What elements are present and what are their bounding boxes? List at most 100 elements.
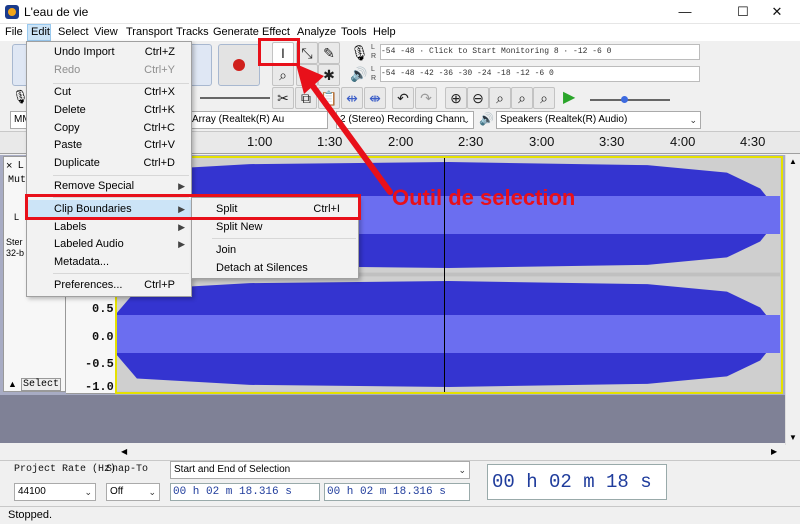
track-pan-label: L bbox=[14, 212, 20, 222]
chevron-down-icon: ⌄ bbox=[689, 115, 697, 125]
fit-project-button[interactable]: ⌕ bbox=[511, 87, 533, 109]
audio-position-display[interactable]: 00 h 02 m 18 s bbox=[487, 464, 667, 500]
menu-analyze[interactable]: Analyze bbox=[297, 26, 336, 38]
menu-item-join[interactable]: Join bbox=[192, 240, 358, 260]
record-meter-l: L bbox=[371, 44, 375, 51]
playback-meter[interactable]: -54 -48 -42 -36 -30 -24 -18 -12 -6 0 bbox=[380, 66, 700, 82]
menu-item-copy[interactable]: Copy Ctrl+C bbox=[27, 119, 191, 137]
menu-generate[interactable]: Generate bbox=[213, 26, 259, 38]
zoom-in-icon: ⊕ bbox=[450, 90, 462, 106]
menu-item-labeled-audio[interactable]: Labeled Audio ▶ bbox=[27, 235, 191, 253]
timeline-label: 4:30 bbox=[740, 134, 766, 149]
redo-button[interactable]: ↷ bbox=[415, 87, 437, 109]
amplitude-label: -1.0 bbox=[85, 380, 114, 394]
fit-selection-button[interactable]: ⌕ bbox=[489, 87, 511, 109]
audacity-app-icon bbox=[5, 5, 19, 19]
menu-item-redo[interactable]: Redo Ctrl+Y bbox=[27, 61, 191, 79]
track-mute-button[interactable]: Mut bbox=[8, 175, 26, 186]
annotation-arrow-icon bbox=[296, 64, 393, 195]
menu-tools[interactable]: Tools bbox=[341, 26, 367, 38]
snap-to-select[interactable]: Off ⌄ bbox=[106, 483, 160, 501]
snap-to-label: Snap-To bbox=[106, 464, 149, 475]
play-at-speed-button[interactable]: ▶ bbox=[563, 87, 575, 107]
window-title: L'eau de vie bbox=[24, 5, 89, 19]
timeline-label: 2:30 bbox=[458, 134, 484, 149]
menu-item-delete[interactable]: Delete Ctrl+K bbox=[27, 101, 191, 119]
track-collapse-icon[interactable]: ▲ bbox=[8, 379, 17, 389]
playback-speaker-icon: 🔊 bbox=[479, 112, 494, 126]
record-meter-r: R bbox=[371, 53, 377, 60]
scroll-up-icon[interactable]: ▲ bbox=[789, 157, 797, 166]
menu-item-undo-import[interactable]: Undo Import Ctrl+Z bbox=[27, 43, 191, 61]
menu-item-detach-at-silences[interactable]: Detach at Silences bbox=[192, 258, 358, 278]
menu-view[interactable]: View bbox=[94, 26, 118, 38]
scroll-right-icon[interactable]: ▶ bbox=[771, 447, 777, 456]
project-rate-select[interactable]: 44100 ⌄ bbox=[14, 483, 96, 501]
zoom-in-button[interactable]: ⊕ bbox=[445, 87, 467, 109]
menu-help[interactable]: Help bbox=[373, 26, 396, 38]
status-bar: Stopped. bbox=[0, 506, 800, 524]
scroll-down-icon[interactable]: ▼ bbox=[789, 433, 797, 442]
annotation-label: Outil de selection bbox=[392, 185, 576, 210]
fit-selection-icon: ⌕ bbox=[496, 90, 504, 106]
play-speed-knob[interactable] bbox=[621, 96, 628, 103]
submenu-arrow-icon: ▶ bbox=[178, 222, 185, 232]
zoom-toggle-icon: ⌕ bbox=[540, 90, 548, 106]
track-select-button[interactable]: Select bbox=[21, 378, 61, 391]
project-rate-label: Project Rate (Hz) bbox=[14, 464, 117, 475]
menu-edit[interactable]: Edit bbox=[31, 26, 50, 38]
zoom-toggle-button[interactable]: ⌕ bbox=[533, 87, 555, 109]
close-button[interactable]: ✕ bbox=[754, 0, 800, 24]
menu-item-split-new[interactable]: Split New bbox=[192, 217, 358, 237]
menu-tracks[interactable]: Tracks bbox=[176, 26, 209, 38]
menu-item-duplicate[interactable]: Duplicate Ctrl+D bbox=[27, 154, 191, 172]
menu-item-cut[interactable]: Cut Ctrl+X bbox=[27, 83, 191, 101]
menu-item-paste[interactable]: Paste Ctrl+V bbox=[27, 136, 191, 154]
recording-volume-slider[interactable] bbox=[200, 97, 270, 99]
horizontal-scrollbar[interactable]: ◀ ▶ bbox=[115, 446, 785, 460]
amplitude-label: 0.5 bbox=[92, 302, 114, 316]
menu-item-metadata[interactable]: Metadata... bbox=[27, 253, 191, 271]
scissors-icon: ✂ bbox=[277, 90, 289, 106]
chevron-down-icon: ⌄ bbox=[462, 115, 470, 125]
track-info-format: Ster bbox=[6, 237, 23, 247]
empty-track-space[interactable] bbox=[0, 395, 785, 443]
selection-start-time[interactable]: 00 h 02 m 18.316 s bbox=[170, 483, 320, 501]
zoom-out-button[interactable]: ⊖ bbox=[467, 87, 489, 109]
timeline-label: 3:00 bbox=[529, 134, 555, 149]
minimize-button[interactable]: — bbox=[662, 0, 708, 24]
selection-mode-select[interactable]: Start and End of Selection ⌄ bbox=[170, 461, 470, 479]
track-close-button[interactable]: × bbox=[6, 160, 12, 172]
menu-separator bbox=[53, 273, 189, 274]
menu-item-preferences[interactable]: Preferences... Ctrl+P bbox=[27, 276, 191, 294]
menu-separator bbox=[212, 238, 356, 239]
amplitude-label: 0.0 bbox=[92, 330, 114, 344]
playback-device-select[interactable]: Speakers (Realtek(R) Audio) ⌄ bbox=[496, 111, 701, 129]
play-speed-slider[interactable] bbox=[590, 99, 670, 101]
record-button[interactable] bbox=[218, 44, 260, 86]
record-meter[interactable]: -54 -48 · Click to Start Monitoring 8 · … bbox=[380, 44, 700, 60]
timeline-label: 4:00 bbox=[670, 134, 696, 149]
submenu-arrow-icon: ▶ bbox=[178, 181, 185, 191]
magnifier-icon: ⌕ bbox=[279, 67, 287, 83]
record-dot-icon bbox=[233, 59, 245, 71]
selection-end-time[interactable]: 00 h 02 m 18.316 s bbox=[324, 483, 470, 501]
track-name[interactable]: L bbox=[18, 160, 24, 171]
vertical-scrollbar[interactable]: ▲ ▼ bbox=[785, 155, 800, 445]
play-triangle-icon: ▶ bbox=[563, 89, 576, 106]
menu-separator bbox=[53, 175, 189, 176]
pencil-icon: ✎ bbox=[323, 45, 335, 61]
waveform-channel-right-rms bbox=[117, 315, 780, 353]
chevron-down-icon: ⌄ bbox=[458, 465, 466, 475]
envelope-icon: ⤡ bbox=[301, 45, 313, 61]
timeline-label: 1:00 bbox=[247, 134, 273, 149]
menu-transport[interactable]: Transport bbox=[126, 26, 173, 38]
menu-item-remove-special[interactable]: Remove Special ▶ bbox=[27, 177, 191, 195]
menu-file[interactable]: File bbox=[5, 26, 23, 38]
menu-item-labels[interactable]: Labels ▶ bbox=[27, 218, 191, 236]
menu-bar bbox=[0, 24, 800, 41]
menu-effect[interactable]: Effect bbox=[262, 26, 290, 38]
submenu-arrow-icon: ▶ bbox=[178, 239, 185, 249]
menu-select[interactable]: Select bbox=[58, 26, 89, 38]
scroll-left-icon[interactable]: ◀ bbox=[121, 447, 127, 456]
